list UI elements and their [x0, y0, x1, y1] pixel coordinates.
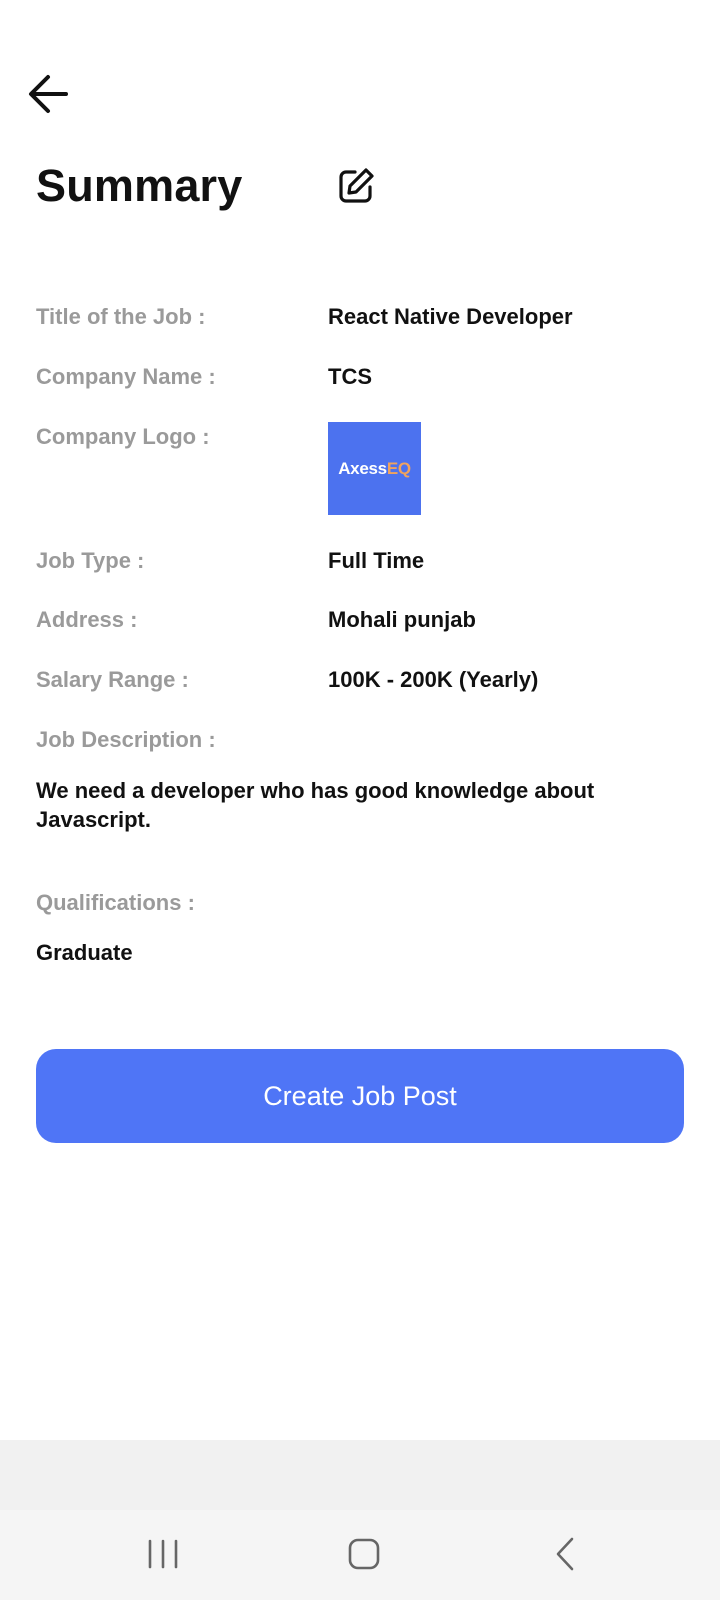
- create-job-post-button[interactable]: Create Job Post: [36, 1049, 684, 1143]
- salary-range-value: 100K - 200K (Yearly): [328, 667, 539, 692]
- keyboard-area-background: [0, 1440, 720, 1510]
- job-type-label: Job Type :: [36, 548, 145, 573]
- page-title: Summary: [36, 160, 243, 211]
- recents-icon: [148, 1539, 178, 1569]
- edit-icon: [339, 168, 374, 203]
- nav-back-button[interactable]: [540, 1532, 590, 1576]
- company-logo-image: AxessEQ: [328, 422, 421, 515]
- arrow-left-icon: [29, 75, 68, 113]
- company-logo-label: Company Logo :: [36, 424, 210, 449]
- edit-button[interactable]: [334, 164, 378, 208]
- chevron-left-icon: [556, 1537, 574, 1571]
- job-title-value: React Native Developer: [328, 304, 573, 329]
- job-description-value: We need a developer who has good knowled…: [36, 778, 595, 832]
- job-title-label: Title of the Job :: [36, 304, 206, 329]
- address-label: Address :: [36, 607, 138, 632]
- qualifications-value: Graduate: [36, 940, 133, 965]
- address-value: Mohali punjab: [328, 607, 476, 632]
- company-name-value: TCS: [328, 364, 372, 389]
- nav-recents-button[interactable]: [138, 1532, 188, 1576]
- home-icon: [348, 1538, 380, 1570]
- job-description-label: Job Description :: [36, 727, 216, 752]
- job-type-value: Full Time: [328, 548, 425, 573]
- qualifications-label: Qualifications :: [36, 890, 195, 915]
- logo-wordmark: AxessEQ: [338, 458, 411, 478]
- company-name-label: Company Name :: [36, 364, 216, 389]
- salary-range-label: Salary Range :: [36, 667, 189, 692]
- system-navigation-bar: [0, 1510, 720, 1600]
- nav-home-button[interactable]: [339, 1532, 389, 1576]
- back-button[interactable]: [22, 68, 74, 120]
